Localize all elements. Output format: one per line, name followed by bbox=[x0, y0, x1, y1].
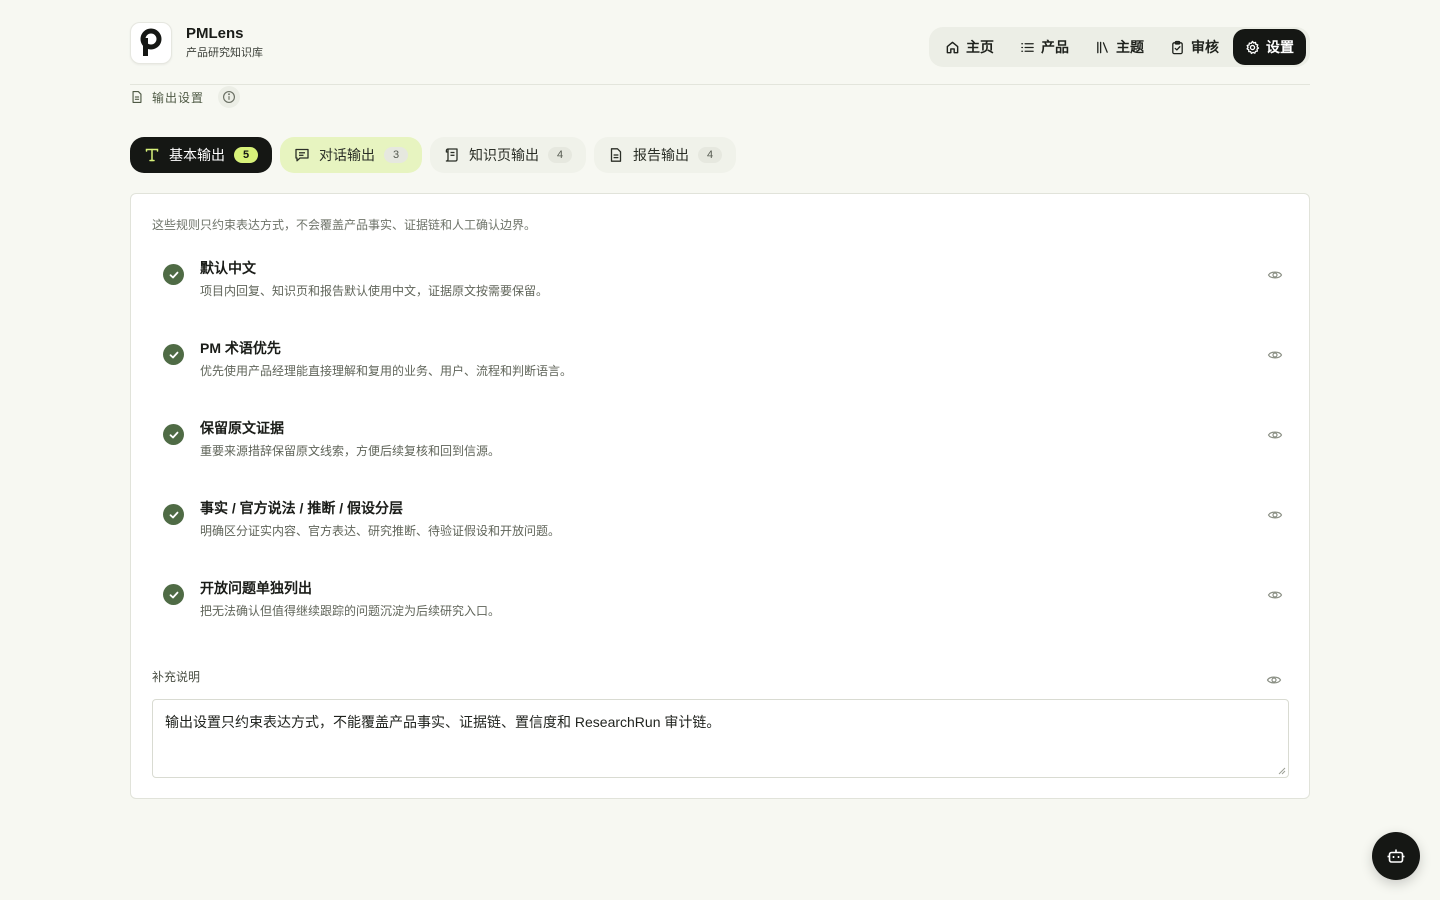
document-icon bbox=[610, 148, 622, 162]
rule-title: PM 术语优先 bbox=[200, 340, 281, 356]
top-header: PMLens 产品研究知识库 主页 产品 主题 审核 设置 bbox=[130, 22, 1310, 85]
nav-item-label: 主题 bbox=[1116, 39, 1144, 55]
check-icon[interactable] bbox=[163, 584, 184, 605]
nav-item-label: 主页 bbox=[966, 39, 994, 55]
robot-icon bbox=[1387, 849, 1405, 863]
tab-label: 基本输出 bbox=[169, 147, 225, 163]
nav-item-label: 设置 bbox=[1266, 39, 1294, 55]
tab-basic-output[interactable]: 基本输出 5 bbox=[130, 137, 272, 173]
tab-count-badge: 3 bbox=[384, 147, 408, 163]
brand-text: PMLens 产品研究知识库 bbox=[186, 25, 263, 61]
tab-dialog-output[interactable]: 对话输出 3 bbox=[280, 137, 422, 173]
logo bbox=[130, 22, 172, 64]
breadcrumb: 输出设置 bbox=[130, 86, 241, 108]
tab-knowledge-page-output[interactable]: 知识页输出 4 bbox=[430, 137, 586, 173]
rule-item[interactable]: 保留原文证据 重要来源措辞保留原文线索，方便后续复核和回到信源。 bbox=[163, 414, 1283, 474]
rule-description: 把无法确认但值得继续跟踪的问题沉淀为后续研究入口。 bbox=[200, 604, 501, 618]
supplement-label: 补充说明 bbox=[152, 670, 201, 684]
brand[interactable]: PMLens 产品研究知识库 bbox=[130, 22, 263, 64]
eye-icon[interactable] bbox=[1266, 672, 1282, 688]
breadcrumb-label: 输出设置 bbox=[152, 90, 205, 105]
gear-icon bbox=[1246, 40, 1260, 54]
rule-title: 开放问题单独列出 bbox=[200, 580, 312, 596]
rule-item[interactable]: PM 术语优先 优先使用产品经理能直接理解和复用的业务、用户、流程和判断语言。 bbox=[163, 334, 1283, 394]
message-icon bbox=[295, 148, 309, 162]
rule-item[interactable]: 默认中文 项目内回复、知识页和报告默认使用中文，证据原文按需要保留。 bbox=[163, 254, 1283, 314]
document-icon bbox=[132, 91, 142, 103]
main-nav: 主页 产品 主题 审核 设置 bbox=[929, 27, 1310, 67]
check-icon[interactable] bbox=[163, 264, 184, 285]
home-icon bbox=[946, 41, 959, 53]
info-button[interactable] bbox=[218, 86, 241, 108]
eye-icon[interactable] bbox=[1267, 347, 1283, 363]
check-icon[interactable] bbox=[163, 504, 184, 525]
rules-card: 这些规则只约束表达方式，不会覆盖产品事实、证据链和人工确认边界。 默认中文 项目… bbox=[130, 193, 1310, 799]
eye-icon[interactable] bbox=[1267, 587, 1283, 603]
rule-item[interactable]: 事实 / 官方说法 / 推断 / 假设分层 明确区分证实内容、官方表达、研究推断… bbox=[163, 494, 1283, 554]
rule-description: 优先使用产品经理能直接理解和复用的业务、用户、流程和判断语言。 bbox=[200, 364, 573, 378]
nav-item-label: 审核 bbox=[1191, 39, 1219, 55]
tab-count-badge: 4 bbox=[698, 147, 722, 163]
eye-icon[interactable] bbox=[1267, 427, 1283, 443]
supplement-textarea[interactable]: 输出设置只约束表达方式，不能覆盖产品事实、证据链、置信度和 ResearchRu… bbox=[152, 699, 1289, 778]
eye-icon[interactable] bbox=[1267, 267, 1283, 283]
nav-item-topics[interactable]: 主题 bbox=[1083, 29, 1156, 65]
scroll-icon bbox=[445, 148, 458, 162]
rule-title: 默认中文 bbox=[200, 260, 256, 276]
check-icon[interactable] bbox=[163, 424, 184, 445]
tab-label: 报告输出 bbox=[633, 147, 689, 163]
check-icon[interactable] bbox=[163, 344, 184, 365]
library-icon bbox=[1097, 41, 1108, 53]
assistant-bot-button[interactable] bbox=[1372, 832, 1420, 880]
clipboard-check-icon bbox=[1172, 40, 1183, 54]
pmlens-logo-icon bbox=[140, 28, 162, 56]
brand-name: PMLens bbox=[186, 25, 244, 42]
brand-subtitle: 产品研究知识库 bbox=[186, 47, 263, 59]
rule-title: 保留原文证据 bbox=[200, 420, 284, 436]
tab-count-badge: 4 bbox=[548, 147, 572, 163]
rule-description: 明确区分证实内容、官方表达、研究推断、待验证假设和开放问题。 bbox=[200, 524, 561, 538]
supplement-text: 输出设置只约束表达方式，不能覆盖产品事实、证据链、置信度和 ResearchRu… bbox=[165, 714, 721, 730]
rule-item[interactable]: 开放问题单独列出 把无法确认但值得继续跟踪的问题沉淀为后续研究入口。 bbox=[163, 574, 1283, 634]
output-settings-page: PMLens 产品研究知识库 主页 产品 主题 审核 设置 输出设置 基本输出 … bbox=[0, 0, 1440, 900]
nav-item-review[interactable]: 审核 bbox=[1158, 29, 1231, 65]
info-icon bbox=[223, 91, 236, 103]
tab-label: 对话输出 bbox=[319, 147, 375, 163]
type-icon bbox=[145, 148, 159, 162]
rule-description: 项目内回复、知识页和报告默认使用中文，证据原文按需要保留。 bbox=[200, 284, 549, 298]
nav-item-label: 产品 bbox=[1041, 39, 1069, 55]
nav-item-products[interactable]: 产品 bbox=[1008, 29, 1081, 65]
tab-count-badge: 5 bbox=[234, 147, 258, 163]
resize-handle-icon[interactable] bbox=[1278, 767, 1286, 775]
nav-item-home[interactable]: 主页 bbox=[933, 29, 1006, 65]
nav-item-settings[interactable]: 设置 bbox=[1233, 29, 1306, 65]
card-intro: 这些规则只约束表达方式，不会覆盖产品事实、证据链和人工确认边界。 bbox=[152, 218, 537, 232]
rule-title: 事实 / 官方说法 / 推断 / 假设分层 bbox=[200, 500, 404, 516]
eye-icon[interactable] bbox=[1267, 507, 1283, 523]
tab-report-output[interactable]: 报告输出 4 bbox=[594, 137, 736, 173]
rule-description: 重要来源措辞保留原文线索，方便后续复核和回到信源。 bbox=[200, 444, 501, 458]
tab-label: 知识页输出 bbox=[469, 147, 539, 163]
list-icon bbox=[1021, 42, 1034, 52]
output-tabs: 基本输出 5 对话输出 3 知识页输出 4 报告输出 4 bbox=[130, 137, 736, 173]
